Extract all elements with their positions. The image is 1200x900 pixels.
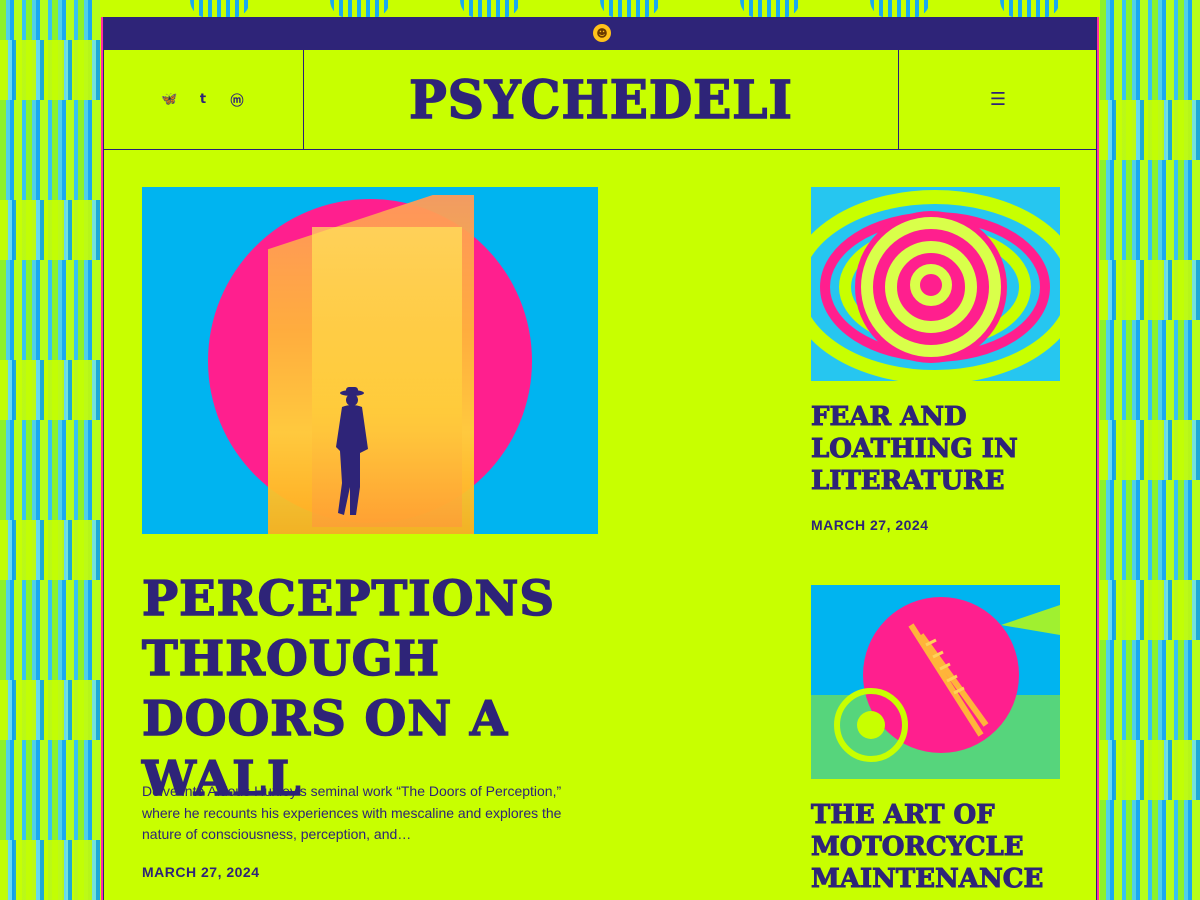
- feature-excerpt: Delve into Aldous Huxley’s seminal work …: [142, 783, 562, 842]
- post-1-title[interactable]: FEAR AND LOATHING IN LITERATURE: [811, 401, 1051, 497]
- motorcycle-illustration: [811, 585, 1060, 779]
- post-1-image[interactable]: [811, 187, 1060, 381]
- page-frame: ☻ 🦋 t ⓜ PSYCHEDELI ☰ PERCEPTIONS THROUGH…: [101, 17, 1099, 900]
- background-pattern-left: [0, 0, 100, 900]
- top-bar: ☻: [103, 17, 1097, 50]
- social-links: 🦋 t ⓜ: [103, 50, 304, 149]
- smiley-icon[interactable]: ☻: [593, 24, 611, 42]
- menu-cell: ☰: [898, 50, 1097, 149]
- tumblr-icon[interactable]: t: [195, 92, 211, 107]
- post-2-image[interactable]: [811, 585, 1060, 779]
- feature-image[interactable]: [142, 187, 598, 534]
- site-header: 🦋 t ⓜ PSYCHEDELI ☰: [103, 50, 1097, 150]
- background-pattern-top: [100, 0, 1100, 18]
- feature-date: MARCH 27, 2024: [142, 864, 260, 880]
- mastodon-icon[interactable]: ⓜ: [229, 90, 245, 109]
- bluesky-icon[interactable]: 🦋: [161, 92, 177, 107]
- hamburger-menu-icon[interactable]: ☰: [990, 89, 1006, 110]
- site-logo[interactable]: PSYCHEDELI: [408, 68, 793, 132]
- post-1-date: MARCH 27, 2024: [811, 517, 929, 533]
- feature-title[interactable]: PERCEPTIONS THROUGH DOORS ON A WALL: [141, 569, 602, 809]
- background-pattern-right: [1100, 0, 1200, 900]
- spiral-sphere-illustration: [811, 187, 1060, 381]
- post-2-title[interactable]: THE ART OF MOTORCYCLE MAINTENANCE: [811, 799, 1051, 895]
- logo-cell: PSYCHEDELI: [304, 50, 898, 149]
- silhouette-person-icon: [336, 387, 368, 515]
